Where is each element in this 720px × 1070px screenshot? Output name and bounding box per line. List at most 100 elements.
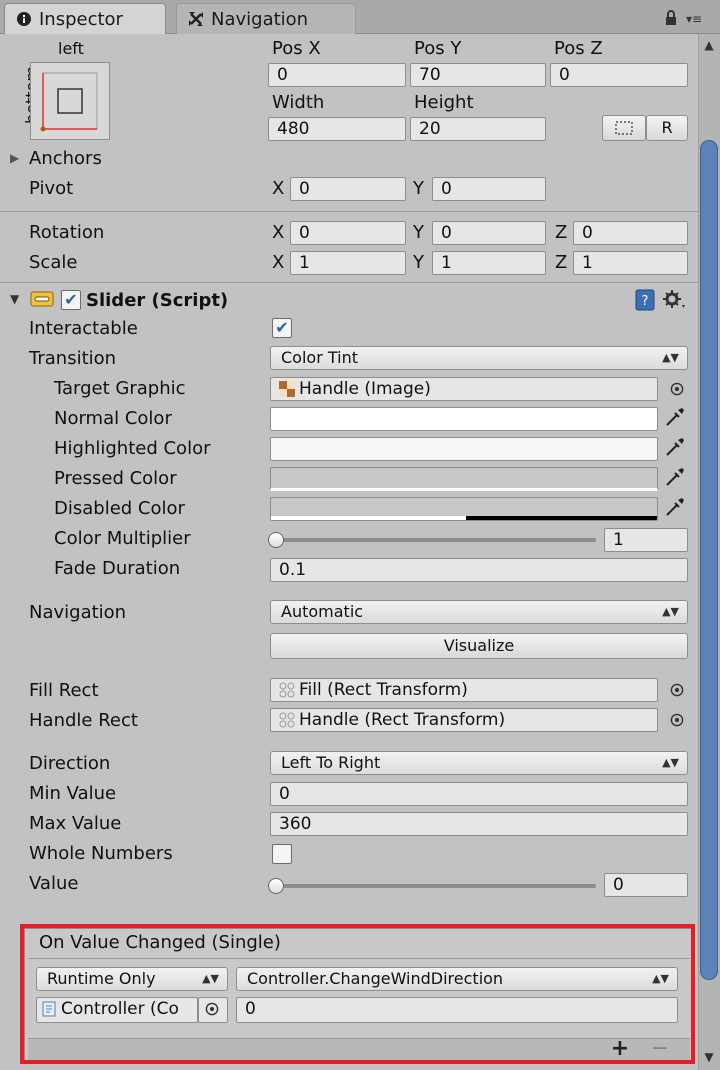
highlighted-color-label: Highlighted Color [54, 438, 211, 459]
min-value-field[interactable]: 0 [270, 782, 688, 806]
object-picker-icon[interactable] [670, 713, 684, 727]
tab-inspector-label: Inspector [39, 8, 123, 30]
tab-navigation-label: Navigation [211, 8, 309, 30]
raw-edit-button[interactable]: R [646, 115, 688, 141]
interactable-label: Interactable [29, 318, 138, 339]
navigation-dropdown[interactable]: Automatic ▲▼ [270, 600, 688, 624]
rotation-y-axis-label: Y [413, 222, 424, 243]
pressed-color-swatch[interactable] [270, 467, 658, 491]
direction-dropdown[interactable]: Left To Right ▲▼ [270, 751, 688, 775]
transition-dropdown[interactable]: Color Tint ▲▼ [270, 346, 688, 370]
width-field[interactable]: 480 [268, 117, 406, 141]
object-picker-icon[interactable] [670, 683, 684, 697]
handle-rect-field[interactable]: Handle (Rect Transform) [270, 708, 658, 732]
eyedropper-icon[interactable] [664, 436, 686, 463]
navigation-icon [187, 10, 205, 28]
panel-menu-icon[interactable]: ▾≡ [686, 12, 712, 26]
gear-icon[interactable] [662, 289, 688, 311]
scroll-up-icon[interactable]: ▲ [700, 36, 718, 54]
section-divider [0, 211, 698, 212]
handle-rect-value: Handle (Rect Transform) [299, 710, 506, 730]
fade-duration-field[interactable]: 0.1 [270, 558, 688, 582]
navigation-value: Automatic [281, 602, 364, 621]
pressed-color-label: Pressed Color [54, 468, 177, 489]
help-book-icon[interactable]: ? [634, 289, 656, 311]
target-graphic-label: Target Graphic [54, 378, 186, 399]
pivot-y-axis-label: Y [413, 178, 424, 199]
rotation-x-field[interactable]: 0 [290, 221, 406, 245]
scale-x-field[interactable]: 1 [290, 251, 406, 275]
pos-y-label: Pos Y [414, 38, 462, 59]
max-value-field[interactable]: 360 [270, 812, 688, 836]
tab-inspector[interactable]: Inspector [4, 3, 166, 34]
rotation-x-axis-label: X [272, 222, 285, 243]
anchor-preset-button[interactable] [30, 62, 110, 140]
rotation-z-field[interactable]: 0 [573, 221, 688, 245]
slider-component-title: Slider (Script) [86, 290, 229, 311]
info-icon [15, 10, 33, 28]
component-divider [0, 282, 698, 283]
lock-icon[interactable] [664, 10, 678, 26]
eyedropper-icon[interactable] [664, 466, 686, 493]
color-multiplier-slider-knob[interactable] [268, 532, 284, 548]
pivot-x-axis-label: X [272, 178, 285, 199]
rect-transform-icon [279, 712, 295, 728]
whole-numbers-label: Whole Numbers [29, 843, 173, 864]
whole-numbers-checkbox[interactable] [272, 844, 292, 864]
rect-transform-icon [279, 682, 295, 698]
min-value-label: Min Value [29, 783, 117, 804]
pos-x-label: Pos X [272, 38, 321, 59]
rotation-z-axis-label: Z [555, 222, 568, 243]
scale-z-field[interactable]: 1 [573, 251, 688, 275]
pivot-label: Pivot [29, 178, 74, 199]
height-label: Height [414, 92, 474, 113]
highlighted-color-swatch[interactable] [270, 437, 658, 461]
tab-navigation[interactable]: Navigation [176, 3, 356, 34]
color-multiplier-slider-track[interactable] [276, 538, 596, 542]
svg-text:?: ? [642, 294, 649, 309]
value-slider-track[interactable] [276, 884, 596, 888]
navigation-label: Navigation [29, 602, 127, 623]
visualize-button[interactable]: Visualize [270, 633, 688, 659]
normal-color-swatch[interactable] [270, 407, 658, 431]
scale-x-axis-label: X [272, 252, 285, 273]
max-value-label: Max Value [29, 813, 122, 834]
anchors-foldout-icon[interactable]: ▶ [10, 151, 19, 165]
object-picker-icon[interactable] [670, 382, 684, 396]
scale-label: Scale [29, 252, 78, 273]
pivot-x-field[interactable]: 0 [290, 177, 406, 201]
fade-duration-label: Fade Duration [54, 558, 181, 579]
pos-y-field[interactable]: 70 [410, 63, 546, 87]
alpha-bar-white [271, 516, 466, 520]
target-graphic-field[interactable]: Handle (Image) [270, 377, 658, 401]
rotation-label: Rotation [29, 222, 105, 243]
slider-enabled-checkbox[interactable]: ✔ [61, 290, 81, 310]
rotation-y-field[interactable]: 0 [432, 221, 546, 245]
direction-value: Left To Right [281, 753, 381, 772]
slider-component-icon [30, 290, 54, 308]
eyedropper-icon[interactable] [664, 496, 686, 523]
image-icon [279, 381, 295, 397]
highlight-annotation-box [20, 924, 695, 1064]
scrollbar-thumb[interactable] [700, 140, 718, 980]
color-multiplier-field[interactable]: 1 [604, 528, 688, 552]
color-multiplier-label: Color Multiplier [54, 528, 191, 549]
pos-x-field[interactable]: 0 [268, 63, 406, 87]
transition-label: Transition [29, 348, 117, 369]
disabled-color-swatch[interactable] [270, 497, 658, 521]
scroll-down-icon[interactable]: ▼ [700, 1048, 718, 1066]
eyedropper-icon[interactable] [664, 406, 686, 433]
value-slider-knob[interactable] [268, 878, 284, 894]
pos-z-field[interactable]: 0 [550, 63, 688, 87]
fill-rect-field[interactable]: Fill (Rect Transform) [270, 678, 658, 702]
anchor-top-label: left [58, 39, 84, 58]
pivot-y-field[interactable]: 0 [432, 177, 546, 201]
value-field[interactable]: 0 [604, 873, 688, 897]
slider-foldout-icon[interactable]: ▼ [10, 292, 19, 306]
interactable-checkbox[interactable]: ✔ [272, 318, 292, 338]
height-field[interactable]: 20 [410, 117, 546, 141]
blueprint-mode-button[interactable] [602, 115, 646, 141]
scale-y-field[interactable]: 1 [432, 251, 546, 275]
handle-rect-label: Handle Rect [29, 710, 138, 731]
anchors-label[interactable]: Anchors [29, 148, 102, 170]
